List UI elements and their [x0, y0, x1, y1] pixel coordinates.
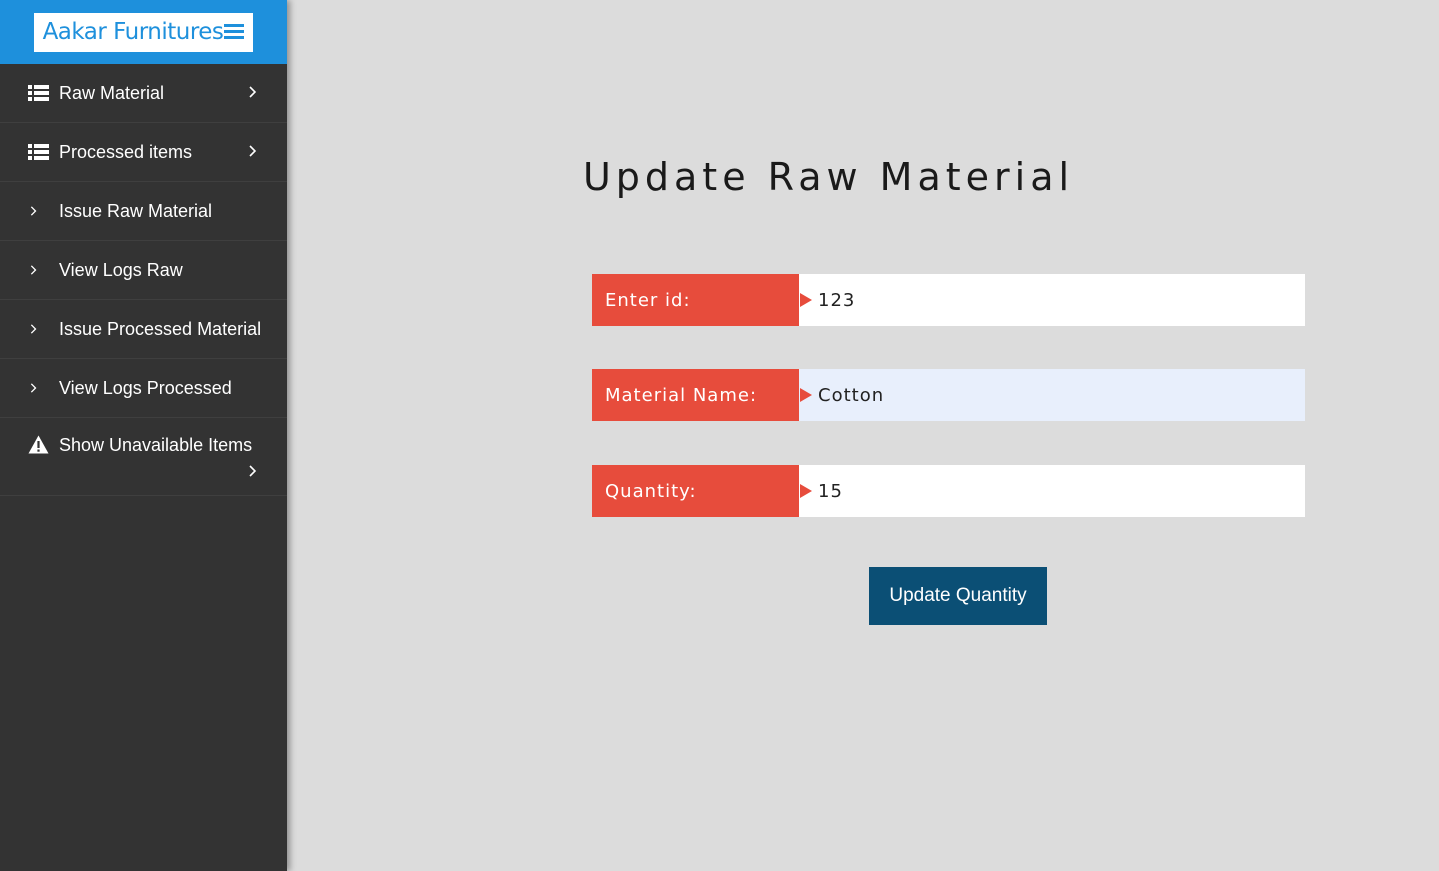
- arrow-icon: [800, 388, 812, 402]
- sidebar-item-raw-material[interactable]: Raw Material: [0, 64, 287, 123]
- chevron-right-icon: [30, 324, 37, 334]
- chevron-right-icon: [30, 265, 37, 275]
- quantity-field-row: Quantity:: [592, 465, 1305, 517]
- warning-icon: [28, 435, 49, 454]
- sidebar-item-label: Raw Material: [59, 82, 165, 103]
- sidebar-item-label: View Logs Raw: [59, 259, 183, 280]
- sidebar-item-issue-processed-material[interactable]: Issue Processed Material: [0, 300, 287, 359]
- quantity-label: Quantity:: [592, 465, 799, 517]
- material-name-label: Material Name:: [592, 369, 799, 421]
- arrow-icon: [800, 293, 812, 307]
- list-icon: [28, 85, 49, 101]
- sidebar-item-label: Issue Processed Material: [59, 318, 262, 339]
- page-title-wrap: Update Raw Material: [0, 155, 1439, 199]
- page-title: Update Raw Material: [582, 155, 1075, 199]
- sidebar-item-show-unavailable-items[interactable]: Show Unavailable Items: [0, 418, 287, 496]
- id-field-label: Enter id:: [592, 274, 799, 326]
- sidebar-item-view-logs-raw[interactable]: View Logs Raw: [0, 241, 287, 300]
- sidebar-item-label: Show Unavailable Items: [59, 435, 253, 455]
- chevron-right-icon: [249, 86, 257, 98]
- chevron-right-icon: [30, 383, 37, 393]
- quantity-input[interactable]: [799, 465, 1305, 517]
- brand-bar: Aakar Furnitures: [0, 0, 287, 64]
- sidebar-item-view-logs-processed[interactable]: View Logs Processed: [0, 359, 287, 418]
- chevron-right-icon: [249, 465, 257, 477]
- update-quantity-button[interactable]: Update Quantity: [869, 567, 1047, 625]
- arrow-icon: [800, 484, 812, 498]
- id-field-row: Enter id:: [592, 274, 1305, 326]
- sidebar: Aakar Furnitures Raw Material Processed …: [0, 0, 287, 871]
- sidebar-item-label: View Logs Processed: [59, 377, 232, 398]
- id-input[interactable]: [799, 274, 1305, 326]
- brand-logo[interactable]: Aakar Furnitures: [34, 12, 253, 52]
- brand-title: Aakar Furnitures: [42, 19, 224, 45]
- material-name-field-row: Material Name:: [592, 369, 1305, 421]
- hamburger-icon[interactable]: [224, 24, 245, 40]
- chevron-right-icon: [30, 206, 37, 216]
- sidebar-item-label: Issue Raw Material: [59, 200, 213, 221]
- material-name-input[interactable]: [799, 369, 1305, 421]
